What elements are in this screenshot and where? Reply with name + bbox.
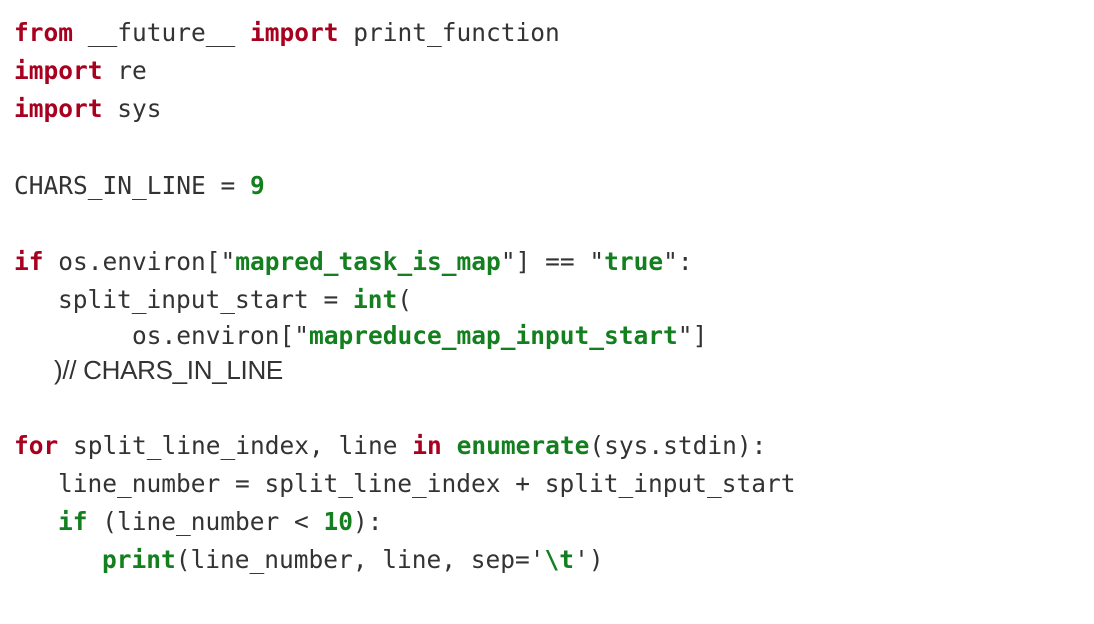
expr: ] [692,320,708,350]
quote: ' [574,545,589,575]
code-line-1: from __future__ import print_function [14,14,1084,52]
string-literal: mapreduce_map_input_start [309,320,678,350]
expr [442,431,457,460]
keyword-if: if [14,247,44,277]
builtin-enumerate: enumerate [456,430,590,460]
expr: ( [397,285,413,315]
import-name: print_function [338,18,560,47]
builtin-print: print [102,545,176,575]
keyword-for: for [14,430,59,460]
code-line-5: CHARS_IN_LINE = 9 [14,167,1084,205]
code-line-10: )// CHARS_IN_LINE [14,351,1084,389]
keyword-if: if [58,507,88,537]
quote: ' [529,545,545,575]
expr: os.environ[ [43,247,221,277]
code-line-7: if os.environ["mapred_task_is_map"] == "… [14,243,1084,281]
escape-sequence: \t [544,545,575,575]
code-line-15: print(line_number, line, sep='\t') [14,541,1084,579]
expr: ) [588,545,604,575]
code-line-8: split_input_start = int( [14,281,1084,319]
expr: line_number = split_line_index + split_i… [58,469,796,499]
builtin-int: int [353,285,398,315]
expr: split_line_index, line [58,430,413,460]
quote: " [589,247,605,277]
code-line-12: for split_line_index, line in enumerate(… [14,427,1084,465]
expr: ): [353,507,383,537]
quote: " [500,247,516,277]
floor-division-expr: )// CHARS_IN_LINE [54,354,283,385]
expr: (line_number < [87,507,324,537]
quote: " [663,247,678,277]
import-name: re [102,56,147,86]
string-literal: true [604,247,664,277]
quote: " [220,247,236,277]
keyword-import: import [250,18,339,47]
code-block: from __future__ import print_function im… [14,14,1084,580]
code-line-3: import sys [14,90,1084,128]
expr: : [677,247,693,277]
expr: (line_number, line, sep= [175,545,530,575]
quote: " [677,320,693,350]
keyword-from: from [14,18,74,47]
code-line-9: os.environ["mapreduce_map_input_start"] [14,320,1084,351]
code-line-13: line_number = split_line_index + split_i… [14,465,1084,503]
expr: (sys.stdin): [589,430,767,460]
expr: ] == [515,247,590,277]
assignment: CHARS_IN_LINE = [14,170,251,200]
number-literal: 10 [323,507,354,537]
code-line-14: if (line_number < 10): [14,503,1084,541]
string-literal: mapred_task_is_map [235,247,501,277]
expr: os.environ[ [132,320,295,350]
code-line-2: import re [14,52,1084,90]
quote: " [294,320,310,350]
keyword-in: in [412,430,442,460]
expr: split_input_start = [58,285,354,315]
keyword-import: import [14,56,103,86]
keyword-import: import [14,94,103,124]
module-name: __future__ [73,18,251,47]
import-name: sys [102,94,162,124]
number-literal: 9 [250,170,265,200]
